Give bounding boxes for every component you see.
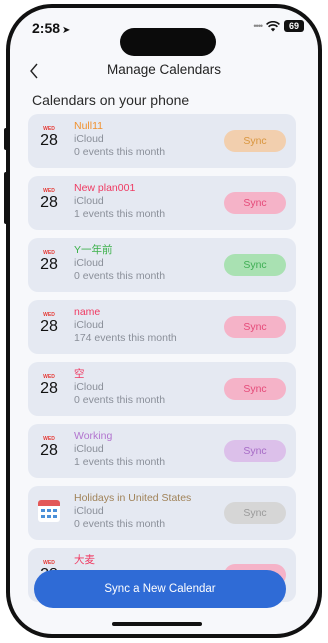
- sync-button[interactable]: Sync: [224, 254, 286, 276]
- calendar-source: iCloud: [74, 505, 104, 517]
- calendar-day: 28: [40, 380, 58, 397]
- signal-dots-icon: ••••: [253, 21, 263, 31]
- calendar-day: 28: [40, 132, 58, 149]
- calendar-date-icon: WED28: [38, 250, 60, 274]
- calendar-event-count: 174 events this month: [74, 332, 177, 344]
- calendar-source: iCloud: [74, 319, 104, 331]
- calendar-name: Y一年前: [74, 244, 113, 256]
- calendar-date-icon: WED28: [38, 188, 60, 212]
- calendar-card[interactable]: WED 28 Y一年前 iCloud 0 events this month Sync: [28, 238, 296, 292]
- status-time: 2:58 ➤: [32, 20, 70, 36]
- calendar-info: Null11 iCloud 0 events this month: [74, 120, 165, 159]
- page-title: Manage Calendars: [106, 62, 222, 77]
- dynamic-island: [120, 28, 216, 56]
- sync-button[interactable]: Sync: [224, 192, 286, 214]
- calendar-name: Holidays in United States: [74, 492, 192, 504]
- calendar-event-count: 0 events this month: [74, 518, 166, 530]
- calendar-date-icon: WED28: [38, 374, 60, 398]
- calendar-card[interactable]: WED 28 空 iCloud 0 events this month Sync: [28, 362, 296, 416]
- calendar-info: Working iCloud 1 events this month: [74, 430, 165, 469]
- calendar-name: Working: [74, 430, 113, 442]
- calendar-name: 空: [74, 368, 85, 380]
- calendar-source: iCloud: [74, 257, 104, 269]
- wifi-icon: [266, 20, 280, 31]
- calendar-source: iCloud: [74, 443, 104, 455]
- calendar-card[interactable]: WED 28 Null11 iCloud 0 events this month Sync: [28, 114, 296, 168]
- sync-new-calendar-button[interactable]: Sync a New Calendar: [34, 570, 286, 608]
- calendar-info: Y一年前 iCloud 0 events this month: [74, 244, 165, 283]
- calendar-date-icon: WED28: [38, 436, 60, 460]
- calendar-event-count: 1 events this month: [74, 456, 166, 468]
- holiday-calendar-icon: [38, 500, 60, 522]
- status-bar: 2:58 ➤ •••• 69: [10, 8, 318, 56]
- calendar-name: 大麦: [74, 554, 95, 566]
- calendar-day: 28: [40, 194, 58, 211]
- calendar-name: name: [74, 306, 101, 318]
- calendar-list: WED 28 Null11 iCloud 0 events this month Sync…: [28, 114, 296, 610]
- section-title: Calendars on your phone: [32, 92, 190, 108]
- calendar-day: 28: [40, 442, 58, 459]
- calendar-source: iCloud: [74, 133, 104, 145]
- calendar-source: iCloud: [74, 195, 104, 207]
- sync-button[interactable]: Sync: [224, 130, 286, 152]
- calendar-info: 大麦: [74, 554, 95, 567]
- calendar-card[interactable]: WED 28 Working iCloud 1 events this month Syn…: [28, 424, 296, 478]
- calendar-info: name iCloud 174 events this month: [74, 306, 177, 345]
- calendar-card[interactable]: Holidays in United States iCloud 0 events …: [28, 486, 296, 540]
- location-arrow-icon: ➤: [62, 25, 71, 36]
- calendar-day: 28: [40, 256, 58, 273]
- calendar-date-icon: WED28: [38, 312, 60, 336]
- calendar-name: New plan001: [74, 182, 136, 194]
- sync-button[interactable]: Sync: [224, 502, 286, 524]
- status-right: •••• 69: [253, 20, 304, 32]
- calendar-event-count: 0 events this month: [74, 146, 166, 158]
- calendar-info: 空 iCloud 0 events this month: [74, 368, 165, 407]
- calendar-date-icon: WED28: [38, 126, 60, 150]
- status-time-text: 2:58: [32, 20, 61, 36]
- sync-button[interactable]: Sync: [224, 316, 286, 338]
- calendar-event-count: 0 events this month: [74, 270, 166, 282]
- calendar-day: 28: [40, 318, 58, 335]
- home-indicator: [112, 622, 202, 626]
- calendar-name: Null11: [74, 120, 103, 132]
- calendar-info: Holidays in United States iCloud 0 events …: [74, 492, 191, 531]
- calendar-card[interactable]: WED 28 New plan001 iCloud 1 events this mont…: [28, 176, 296, 230]
- sync-button[interactable]: Sync: [224, 440, 286, 462]
- calendar-info: New plan001 iCloud 1 events this month: [74, 182, 165, 221]
- calendar-event-count: 0 events this month: [74, 394, 166, 406]
- navigation-bar: Manage Calendars: [10, 58, 318, 86]
- calendar-source: iCloud: [74, 381, 104, 393]
- calendar-event-count: 1 events this month: [74, 208, 166, 220]
- sync-button[interactable]: Sync: [224, 378, 286, 400]
- calendar-card[interactable]: WED 28 name iCloud 174 events this month Sync: [28, 300, 296, 354]
- battery-icon: 69: [284, 20, 304, 32]
